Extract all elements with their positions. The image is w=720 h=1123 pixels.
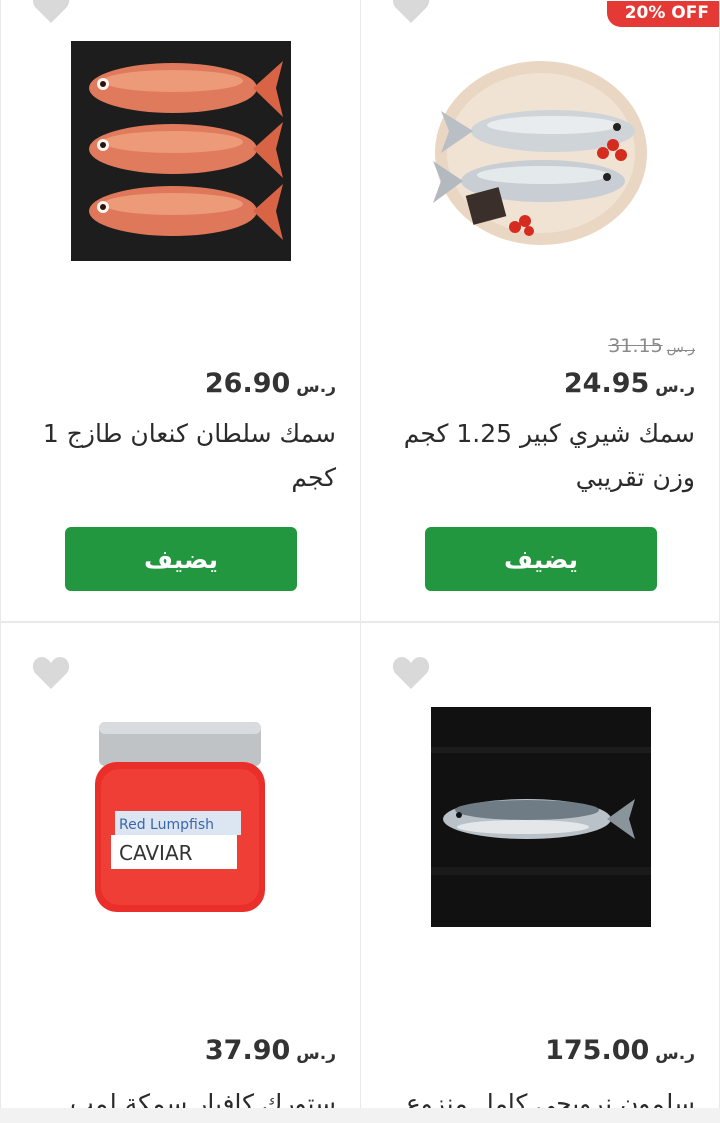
product-image-sultan[interactable] bbox=[71, 41, 291, 261]
discount-badge: 20% OFF bbox=[606, 1, 719, 27]
price-value: 37.90 bbox=[204, 1035, 291, 1066]
favorite-heart-icon[interactable] bbox=[31, 0, 71, 25]
add-to-cart-button[interactable]: يضيف bbox=[425, 527, 657, 591]
favorite-heart-icon[interactable] bbox=[31, 655, 71, 691]
currency-label: ر.س bbox=[666, 340, 695, 356]
price-value: 24.95 bbox=[563, 368, 650, 399]
currency-label: ر.س bbox=[655, 1044, 695, 1064]
favorite-heart-icon[interactable] bbox=[391, 655, 431, 691]
product-image-salmon[interactable] bbox=[431, 707, 651, 927]
product-card-sultan[interactable]: ر.س26.90 سمك سلطان كنعان طازج 1 كجم يضيف bbox=[0, 0, 361, 622]
product-card-salmon[interactable]: ر.س175.00 سلمون نرويجي كامل منزوع bbox=[360, 622, 720, 1122]
product-old-price: ر.س31.15 bbox=[608, 335, 695, 357]
currency-label: ر.س bbox=[296, 377, 336, 397]
product-card-shiri[interactable]: 20% OFF ر.س31.15 ر.س24.95 سمك شيري كبير … bbox=[360, 0, 720, 622]
jar-label-top: Red Lumpfish bbox=[119, 817, 214, 833]
product-grid: ر.س26.90 سمك سلطان كنعان طازج 1 كجم يضيف… bbox=[0, 0, 720, 1122]
product-price: ر.س24.95 bbox=[564, 368, 695, 399]
product-price: ر.س37.90 bbox=[205, 1035, 336, 1066]
price-value: 26.90 bbox=[204, 368, 291, 399]
product-price: ر.س26.90 bbox=[205, 368, 336, 399]
currency-label: ر.س bbox=[296, 1044, 336, 1064]
bottom-bar bbox=[0, 1108, 720, 1123]
product-card-caviar[interactable]: Red Lumpfish CAVIAR ر.س37.90 ستورك كافيا… bbox=[0, 622, 361, 1122]
product-title[interactable]: سمك سلطان كنعان طازج 1 كجم bbox=[36, 412, 336, 500]
jar-label-bottom: CAVIAR bbox=[119, 841, 193, 865]
price-value: 175.00 bbox=[545, 1035, 650, 1066]
product-title[interactable]: سمك شيري كبير 1.25 كجم وزن تقريبي bbox=[395, 412, 695, 500]
product-price: ر.س175.00 bbox=[545, 1035, 695, 1066]
currency-label: ر.س bbox=[655, 377, 695, 397]
product-image-caviar[interactable]: Red Lumpfish CAVIAR bbox=[71, 707, 291, 927]
product-image-shiri[interactable] bbox=[431, 41, 651, 261]
favorite-heart-icon[interactable] bbox=[391, 0, 431, 25]
add-to-cart-button[interactable]: يضيف bbox=[65, 527, 297, 591]
old-price-value: 31.15 bbox=[608, 335, 663, 357]
